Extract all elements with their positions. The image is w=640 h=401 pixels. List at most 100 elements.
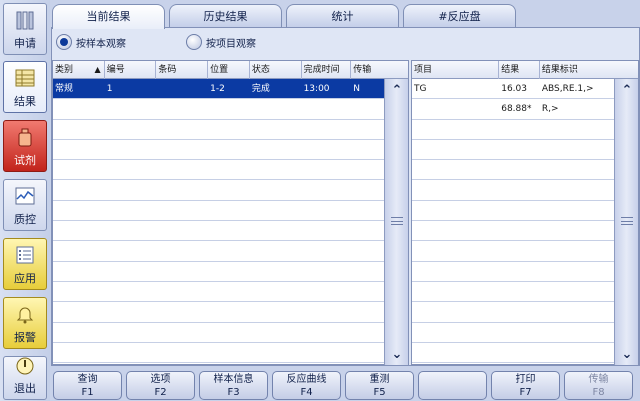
alarm-bell-icon [12,302,38,326]
print-button[interactable]: 打印 F7 [491,371,560,400]
app-window: 申请 结果 试剂 质控 应用 报警 退出 当前结果 历史结果 统计 #反应盘 按… [0,0,640,401]
result-table-body: TG 16.03 ABS,RE.1,> 68.88* R,> [412,79,638,364]
col-number[interactable]: 编号 [105,61,157,79]
empty-row [412,343,638,364]
col-position[interactable]: 位置 [208,61,250,79]
empty-row [412,201,638,222]
empty-row [53,241,408,262]
empty-row [412,180,638,201]
col-result[interactable]: 结果 [499,61,540,79]
col-status[interactable]: 状态 [250,61,302,79]
options-button[interactable]: 选项 F2 [126,371,195,400]
empty-row [53,160,408,181]
sort-asc-icon: ▲ [94,65,101,74]
nav-result-label: 结果 [14,95,36,108]
tab-current-results[interactable]: 当前结果 [52,4,165,29]
scroll-grip-icon[interactable] [391,217,403,225]
empty-row [412,241,638,262]
by-item-radio[interactable]: 按项目观察 [186,34,256,50]
table-row[interactable]: 68.88* R,> [412,99,638,120]
scroll-up-icon[interactable]: ⌃ [385,79,409,101]
col-barcode[interactable]: 条码 [156,61,209,79]
nav-exit-button[interactable]: 退出 [3,356,47,400]
col-category[interactable]: 类别 ▲ [53,61,105,79]
empty-row [53,201,408,222]
col-result-flag[interactable]: 结果标识 [540,61,638,79]
empty-row [412,282,638,303]
cell-item: TG [414,84,427,94]
nav-request-label: 申请 [14,37,36,50]
empty-row [53,140,408,161]
reaction-curve-button[interactable]: 反应曲线 F4 [272,371,341,400]
tab-history-results[interactable]: 历史结果 [169,4,282,28]
nav-request-button[interactable]: 申请 [3,3,47,55]
nav-application-label: 应用 [14,272,36,285]
results-panel: 按样本观察 按项目观察 类别 ▲ 编号 条码 位置 状态 完成时间 传输 常规 1 [51,27,640,366]
result-table-scrollbar[interactable]: ⌃ ⌄ [614,79,638,365]
side-nav: 申请 结果 试剂 质控 应用 报警 退出 [0,0,50,401]
transfer-button[interactable]: 传输 F8 [564,371,633,400]
sample-table-header: 类别 ▲ 编号 条码 位置 状态 完成时间 传输 [53,61,408,79]
nav-reagent-button[interactable]: 试剂 [3,120,47,172]
nav-application-button[interactable]: 应用 [3,238,47,290]
query-button[interactable]: 查询 F1 [53,371,122,400]
scroll-up-icon[interactable]: ⌃ [615,79,639,101]
cell-item [412,99,499,118]
col-finish-time[interactable]: 完成时间 [302,61,352,79]
empty-row [53,343,408,364]
tab-reaction-disk[interactable]: #反应盘 [403,4,516,28]
cell-status: 完成 [251,84,270,94]
by-sample-radio[interactable]: 按样本观察 [56,34,126,50]
empty-row [53,262,408,282]
empty-row [412,221,638,242]
books-icon [12,8,38,32]
result-table-header: 项目 结果 结果标识 [412,61,638,79]
power-icon [12,355,38,377]
scroll-grip-icon[interactable] [621,217,633,225]
scroll-down-icon[interactable]: ⌄ [385,343,409,365]
cell-position: 1-2 [210,84,225,94]
sample-table-scrollbar[interactable]: ⌃ ⌄ [384,79,408,365]
cell-number: 1 [106,84,113,94]
empty-row [412,120,638,140]
nav-exit-label: 退出 [14,382,36,395]
empty-row [53,120,408,140]
nav-result-button[interactable]: 结果 [3,61,47,113]
empty-row [412,323,638,343]
reagent-bottle-icon [12,125,38,149]
sample-info-button[interactable]: 样本信息 F3 [199,371,268,400]
table-row[interactable]: 常规 1 1-2 完成 13:00 N [53,79,408,100]
nav-qc-label: 质控 [14,213,36,226]
retest-button[interactable]: 重测 F5 [345,371,414,400]
sample-table: 类别 ▲ 编号 条码 位置 状态 完成时间 传输 常规 1 1-2 完成 13:0… [52,60,409,365]
nav-qc-button[interactable]: 质控 [3,179,47,231]
sample-table-body: 常规 1 1-2 完成 13:00 N [53,79,408,364]
view-mode-options: 按样本观察 按项目观察 [52,30,639,58]
nav-alarm-button[interactable]: 报警 [3,297,47,349]
tab-statistics[interactable]: 统计 [286,4,399,28]
empty-row [53,221,408,242]
empty-row [53,99,408,120]
cell-finish-time: 13:00 [303,84,330,94]
radio-selected-icon [56,34,72,50]
col-transfer[interactable]: 传输 [351,61,408,79]
empty-row [53,323,408,343]
empty-row [412,140,638,161]
cell-result: 68.88* [501,104,532,115]
empty-row [412,160,638,181]
nav-alarm-label: 报警 [14,331,36,344]
by-sample-label: 按样本观察 [76,38,126,50]
cell-result: 16.03 [501,84,527,94]
by-item-label: 按项目观察 [206,38,256,50]
radio-unselected-icon [186,34,202,50]
cell-barcode [156,79,208,98]
blank-function-button[interactable] [418,371,487,400]
col-item[interactable]: 项目 [412,61,500,79]
qc-chart-icon [12,184,38,208]
table-row[interactable]: TG 16.03 ABS,RE.1,> [412,79,638,100]
empty-row [53,180,408,201]
empty-row [53,282,408,303]
scroll-down-icon[interactable]: ⌄ [615,343,639,365]
nav-reagent-label: 试剂 [14,154,36,167]
result-sheet-icon [12,66,38,90]
